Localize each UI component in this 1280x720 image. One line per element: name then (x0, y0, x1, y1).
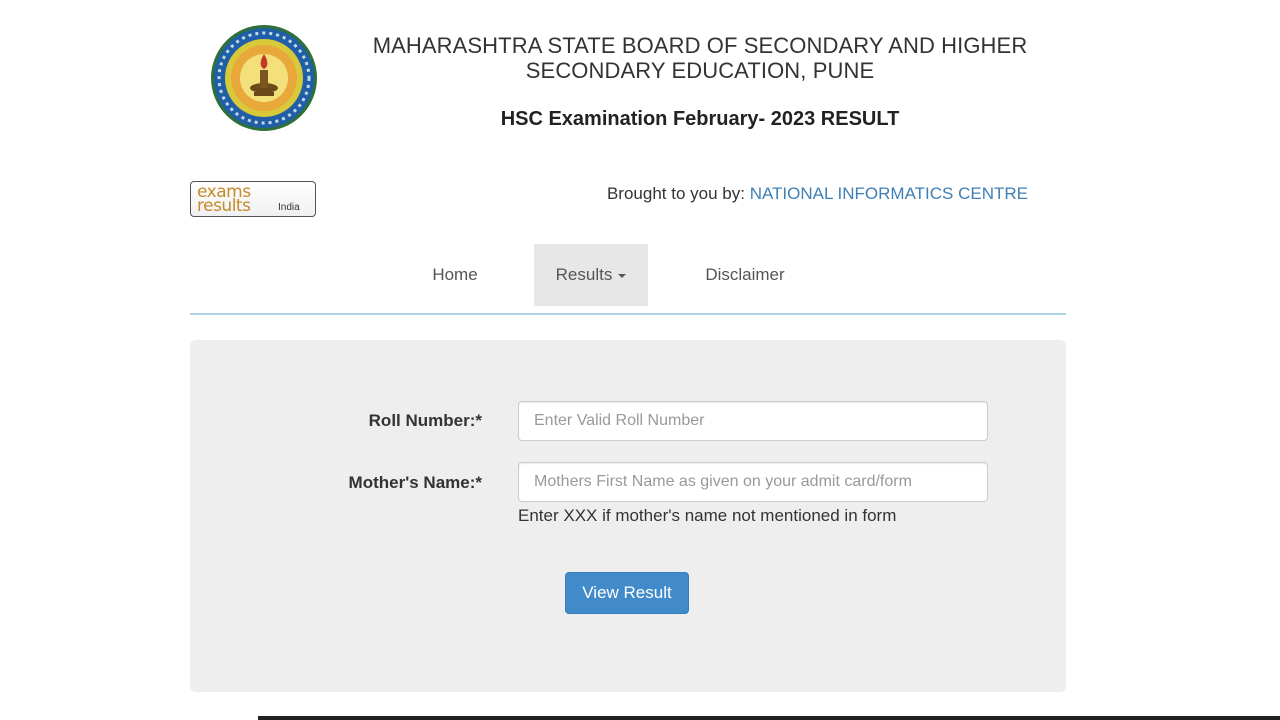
nav-home[interactable]: Home (416, 244, 494, 306)
roll-number-label: Roll Number:* (368, 411, 482, 430)
mother-name-help-text: Enter XXX if mother's name not mentioned… (518, 506, 897, 525)
view-result-button[interactable]: View Result (565, 572, 689, 614)
bottom-edge-bar (258, 716, 1280, 720)
exam-title: HSC Examination February- 2023 RESULT (500, 108, 900, 130)
nav-results-label: Results (555, 265, 613, 284)
nav-disclaimer[interactable]: Disclaimer (690, 244, 800, 306)
credit-line: Brought to you by: NATIONAL INFORMATICS … (607, 184, 1028, 204)
logo-text-india: India (278, 202, 300, 213)
exams-results-logo[interactable]: exams results India (190, 181, 316, 217)
page-container: MAHARASHTRA STATE BOARD OF SECONDARY AND… (190, 0, 1066, 720)
board-title-line1: MAHARASHTRA STATE BOARD OF SECONDARY AND… (372, 33, 1028, 58)
mother-name-label: Mother's Name:* (348, 473, 482, 492)
nav-disclaimer-label: Disclaimer (705, 265, 785, 284)
msbshse-seal-icon (211, 25, 317, 131)
credit-prefix: Brought to you by: (606, 184, 745, 203)
board-title: MAHARASHTRA STATE BOARD OF SECONDARY AND… (360, 33, 1040, 83)
result-form-panel: Roll Number:* Mother's Name:* Enter XXX … (190, 340, 1066, 692)
nic-link[interactable]: NATIONAL INFORMATICS CENTRE (750, 184, 1028, 203)
nav-home-label: Home (432, 265, 478, 284)
nav-divider (190, 313, 1066, 315)
nav-results-dropdown[interactable]: Results (534, 244, 648, 306)
mother-name-input[interactable] (518, 462, 988, 502)
logo-text-results: results (197, 196, 251, 216)
board-title-line2: SECONDARY EDUCATION, PUNE (525, 58, 875, 83)
caret-down-icon (618, 273, 627, 278)
roll-number-input[interactable] (518, 401, 988, 441)
main-nav: Home Results Disclaimer (190, 244, 1066, 314)
